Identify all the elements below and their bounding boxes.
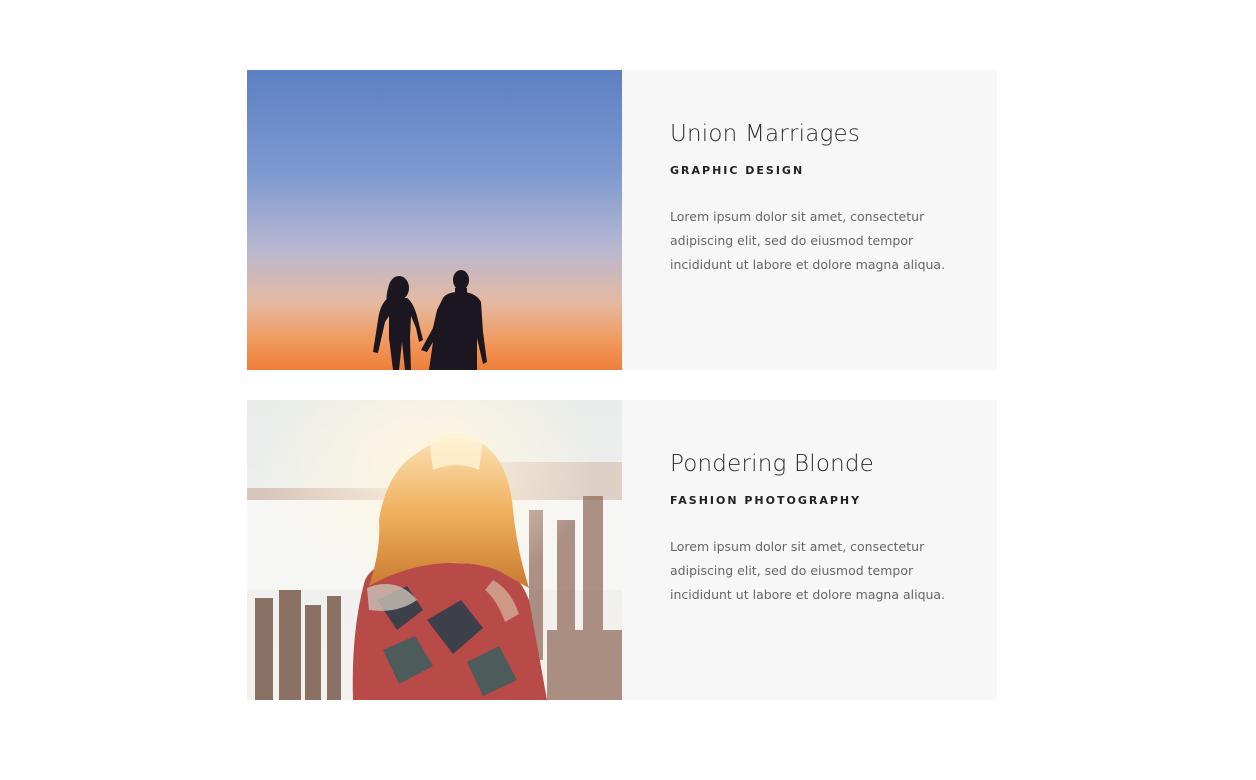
portfolio-card[interactable]: Union Marriages GRAPHIC DESIGN Lorem ips… bbox=[247, 70, 997, 370]
card-category: GRAPHIC DESIGN bbox=[670, 164, 805, 177]
card-description: Lorem ipsum dolor sit amet, consectetur … bbox=[670, 209, 946, 272]
card-description: Lorem ipsum dolor sit amet, consectetur … bbox=[670, 539, 946, 602]
portfolio-card[interactable]: Pondering Blonde FASHION PHOTOGRAPHY Lor… bbox=[247, 400, 997, 700]
card-content: Union Marriages GRAPHIC DESIGN Lorem ips… bbox=[622, 70, 997, 370]
card-category: FASHION PHOTOGRAPHY bbox=[670, 494, 862, 507]
card-title[interactable]: Union Marriages bbox=[670, 118, 957, 150]
blonde-woman-blanket-photo[interactable] bbox=[247, 400, 622, 700]
card-title[interactable]: Pondering Blonde bbox=[670, 448, 957, 480]
couple-silhouette-sunset-photo[interactable] bbox=[247, 70, 622, 370]
portfolio-list: Union Marriages GRAPHIC DESIGN Lorem ips… bbox=[0, 0, 1256, 780]
card-content: Pondering Blonde FASHION PHOTOGRAPHY Lor… bbox=[622, 400, 997, 700]
